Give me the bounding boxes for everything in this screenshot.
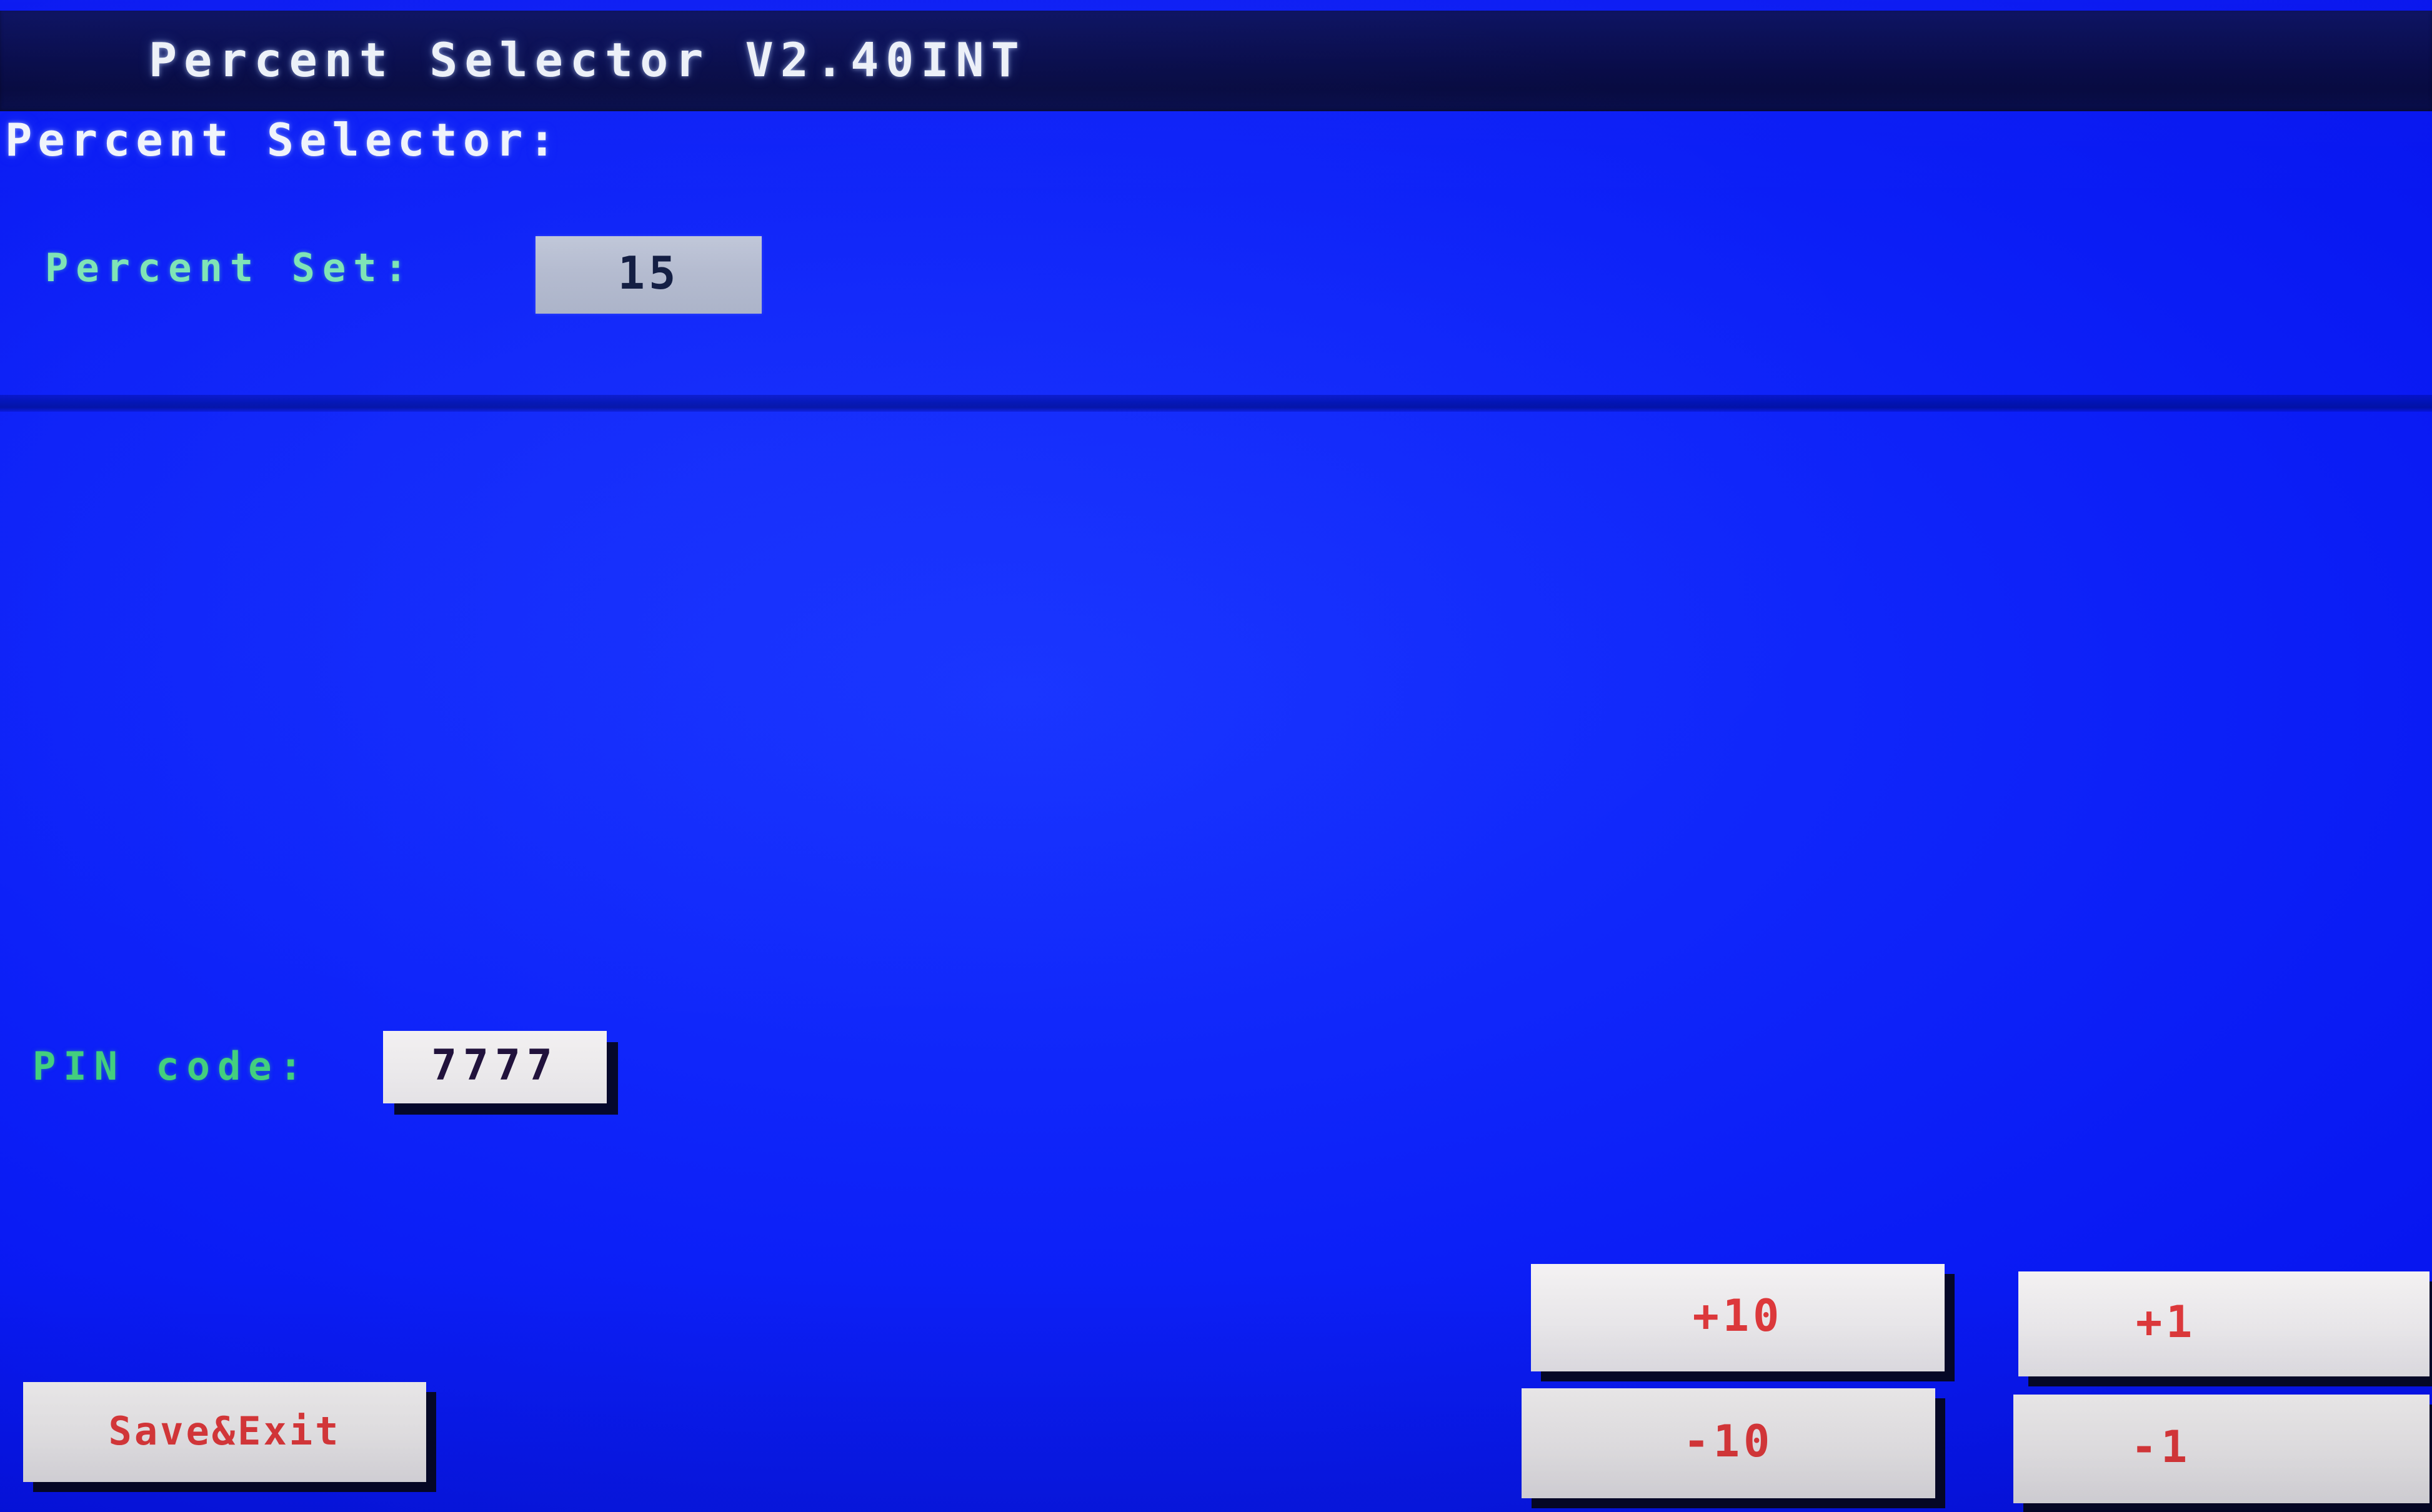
window-title: Percent Selector V2.40INT: [149, 32, 1026, 87]
pin-code-value: 7777: [431, 1040, 559, 1090]
increment-ten-label: +10: [1692, 1290, 1783, 1341]
decrement-one-label: -1: [2131, 1421, 2191, 1473]
increment-one-label: +1: [2136, 1296, 2196, 1348]
section-divider: [0, 395, 2432, 412]
save-and-exit-button[interactable]: Save&Exit: [23, 1382, 426, 1482]
pin-code-row: PIN code: 7777: [0, 1025, 2432, 1125]
increment-ten-button[interactable]: +10: [1531, 1264, 1945, 1371]
decrement-ten-button[interactable]: -10: [1522, 1388, 1935, 1498]
save-and-exit-label: Save&Exit: [108, 1408, 341, 1454]
pin-code-field[interactable]: 7777: [383, 1031, 607, 1103]
page-title: Percent Selector:: [5, 114, 561, 166]
percent-set-label: Percent Set:: [45, 245, 415, 291]
percent-set-field[interactable]: 15: [536, 236, 762, 314]
hmi-screen: Percent Selector V2.40INT Percent Select…: [0, 0, 2432, 1512]
percent-set-row: Percent Set: 15: [0, 231, 2432, 319]
decrement-one-button[interactable]: -1: [2013, 1395, 2430, 1503]
increment-one-button[interactable]: +1: [2018, 1271, 2430, 1376]
title-bar: Percent Selector V2.40INT: [0, 11, 2432, 111]
decrement-ten-label: -10: [1683, 1416, 1774, 1467]
pin-code-label: PIN code:: [32, 1043, 310, 1089]
percent-set-value: 15: [617, 247, 680, 299]
